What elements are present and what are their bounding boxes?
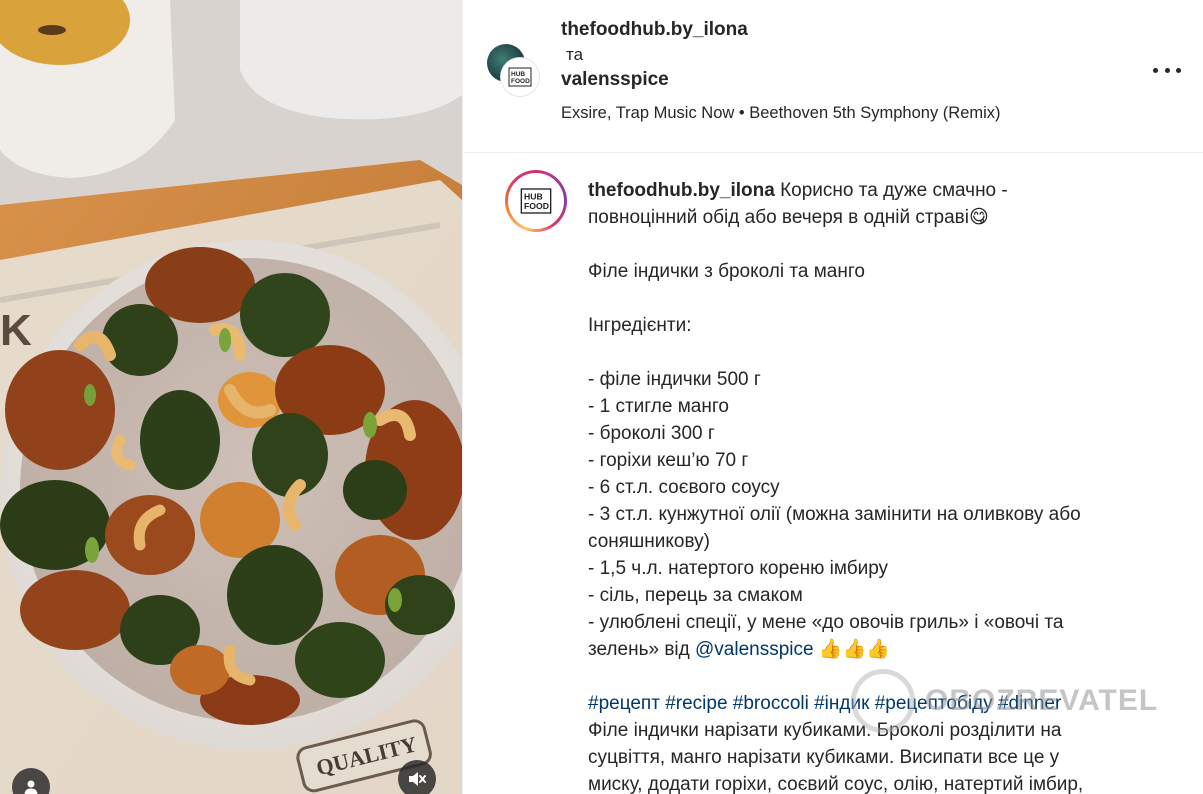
ingredient-item: - горіхи кеш’ю 70 г <box>588 450 749 471</box>
ingredient-item: - броколі 300 г <box>588 423 715 444</box>
hashtags[interactable]: #рецепт #recipe #broccoli #індик #рецепт… <box>588 690 1168 717</box>
ingredient-item: - сіль, перець за смаком <box>588 585 803 606</box>
ingredients-heading: Інгредієнти: <box>588 315 692 336</box>
ingredient-item: - 1 стигле манго <box>588 396 729 417</box>
caption-intro-1: Корисно та дуже смачно - <box>780 180 1008 201</box>
collaborator-username[interactable]: valensspice <box>561 68 1001 92</box>
speaker-muted-icon[interactable] <box>398 760 436 794</box>
collab-avatars[interactable]: HUB FOOD <box>487 44 541 98</box>
ingredient-item: - 3 ст.л. кунжутної олії (можна замінити… <box>588 504 1081 525</box>
ingredient-item: соняшникову) <box>588 531 711 552</box>
thumbs-up-emoji: 👍👍👍 <box>818 639 890 660</box>
spices-line: зелень» від <box>588 639 696 660</box>
ingredient-item: - філе індички 500 г <box>588 369 761 390</box>
food-photo: K QUALITY <box>0 0 462 794</box>
svg-text:HUB: HUB <box>511 71 525 78</box>
recipe-title: Філе індички з броколі та манго <box>588 261 865 282</box>
caption-avatar[interactable]: HUB FOOD <box>505 170 567 232</box>
svg-text:K: K <box>0 306 32 355</box>
post-panel: HUB FOOD thefoodhub.by_ilona та valenssp… <box>462 0 1203 794</box>
svg-text:FOOD: FOOD <box>524 201 549 211</box>
ingredient-item: - 1,5 ч.л. натертого кореню імбиру <box>588 558 889 579</box>
ingredient-item: - улюблені спеції, у мене «до овочів гри… <box>588 612 1064 633</box>
audio-attribution[interactable]: Exsire, Trap Music Now • Beethoven 5th S… <box>561 102 1001 124</box>
caption-section: HUB FOOD thefoodhub.by_ilona Корисно та … <box>463 153 1203 794</box>
collab-connector: та <box>566 45 584 64</box>
post-header: HUB FOOD thefoodhub.by_ilona та valenssp… <box>463 0 1203 153</box>
mention-link[interactable]: @valensspice <box>695 639 814 660</box>
foodhub-logo: HUB FOOD <box>520 188 552 214</box>
yummy-emoji: 😋 <box>969 207 989 228</box>
more-options-icon[interactable] <box>1153 60 1181 80</box>
caption-username[interactable]: thefoodhub.by_ilona <box>588 180 775 201</box>
method-line: миску, додати горіхи, соєвий соус, олію,… <box>588 774 1084 794</box>
caption-text: thefoodhub.by_ilona Корисно та дуже смач… <box>588 177 1168 794</box>
caption-intro-2: повноцінний обід або вечеря в одній стра… <box>588 207 970 228</box>
svg-text:FOOD: FOOD <box>511 78 530 85</box>
foodhub-logo-avatar[interactable]: HUB FOOD <box>501 58 539 96</box>
method-line: Філе індички нарізати кубиками. Броколі … <box>588 720 1062 741</box>
method-line: суцвіття, манго нарізати кубиками. Висип… <box>588 747 1060 768</box>
ingredient-item: - 6 ст.л. соєвого соусу <box>588 477 780 498</box>
author-username[interactable]: thefoodhub.by_ilona <box>561 18 1001 42</box>
post-media[interactable]: K QUALITY <box>0 0 462 794</box>
